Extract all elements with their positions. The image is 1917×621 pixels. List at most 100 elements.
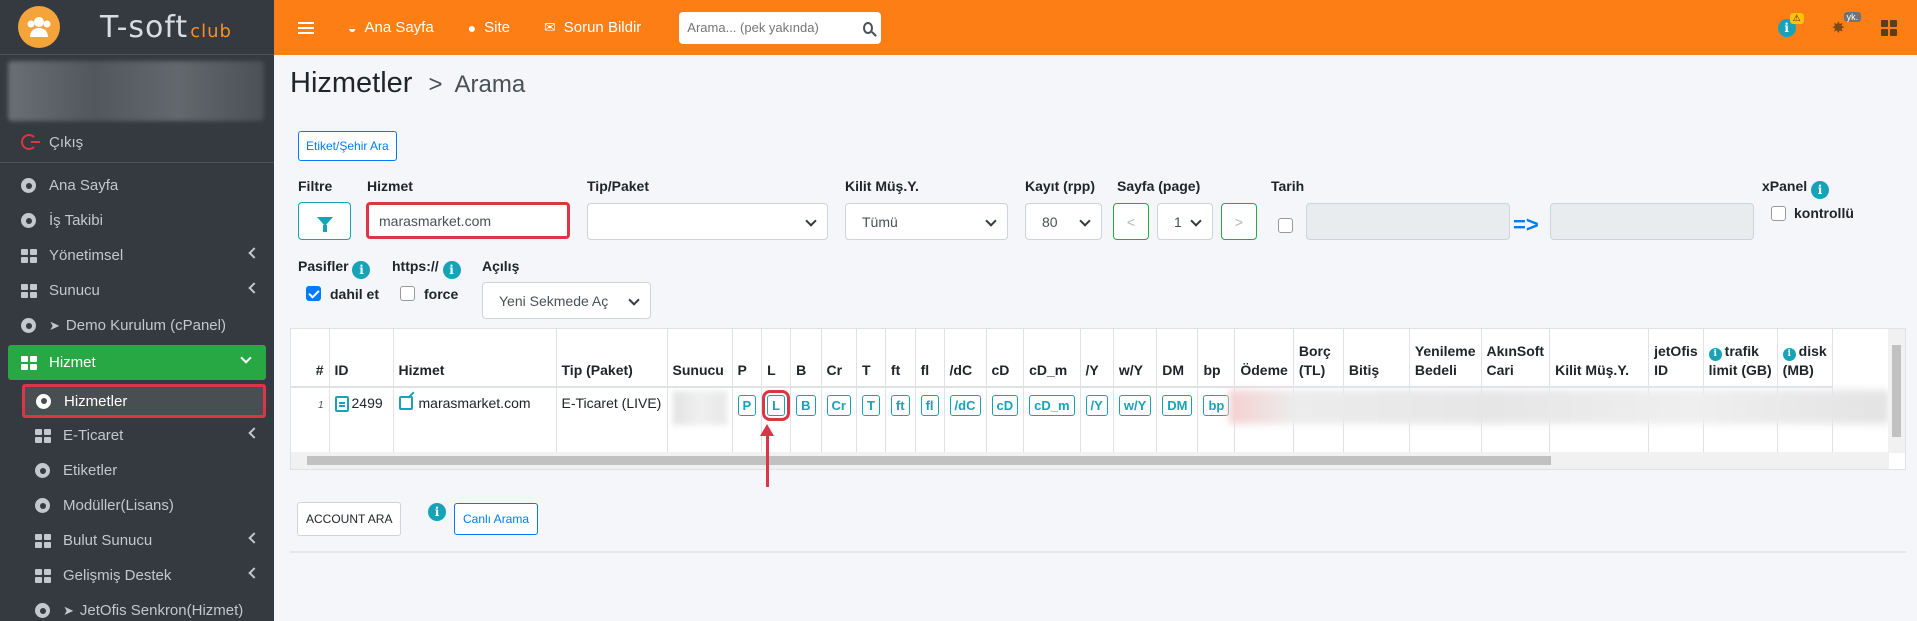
topnav-home[interactable]: ◒ Ana Sayfa <box>348 19 434 36</box>
column-header-label: w/Y <box>1118 362 1143 379</box>
pasifler-info-icon[interactable]: i <box>352 261 371 279</box>
action-button-y[interactable]: /Y <box>1085 395 1108 416</box>
next-page-button[interactable]: > <box>1221 203 1257 240</box>
column-header: w/Y <box>1113 329 1158 388</box>
user-icon: ● <box>467 19 477 36</box>
action-button-cd_m[interactable]: cD_m <box>1029 395 1075 416</box>
filter-button[interactable] <box>298 202 351 240</box>
notifications[interactable]: i ⚠ <box>1777 12 1804 37</box>
column-header-label: AkınSoft <box>1486 343 1545 360</box>
top-search[interactable] <box>679 11 882 44</box>
pasifler-checkbox[interactable] <box>306 286 321 301</box>
sidebar-item-label: Ana Sayfa <box>49 177 119 194</box>
sidebar-item-gelişmiş-destek[interactable]: Gelişmiş Destek <box>0 558 274 593</box>
send-icon: ➤ <box>49 317 60 333</box>
column-header-label: bp <box>1203 362 1221 379</box>
action-button-l[interactable]: L <box>762 390 791 421</box>
xpanel-checkbox[interactable] <box>1771 206 1786 221</box>
brand[interactable]: T-soft club <box>0 0 274 55</box>
sidebar-item-etiketler[interactable]: Etiketler <box>0 453 274 488</box>
action-button-dm[interactable]: DM <box>1162 395 1193 416</box>
horizontal-scrollbar[interactable] <box>291 452 1889 469</box>
action-button-ft[interactable]: ft <box>890 395 910 416</box>
xpanel-info-icon[interactable]: i <box>1811 181 1830 199</box>
hizmet-label: Hizmet <box>367 178 413 194</box>
info-icon[interactable]: i <box>1708 347 1722 361</box>
sidebar-item-label: İş Takibi <box>49 212 103 229</box>
sidebar-item-modüller-lisans[interactable]: Modüller(Lisans) <box>0 488 274 523</box>
action-button-fl[interactable]: fl <box>920 395 939 416</box>
prev-page-button[interactable]: < <box>1113 203 1149 240</box>
hizmet-input[interactable]: marasmarket.com <box>366 202 570 239</box>
action-button-t[interactable]: T <box>861 395 880 416</box>
user-menu[interactable]: ✸ yk. <box>1832 11 1862 38</box>
envelope-icon: ✉ <box>544 19 556 35</box>
action-button-p[interactable]: P <box>737 395 757 416</box>
info-icon[interactable]: i <box>1782 347 1796 361</box>
topnav-site[interactable]: ● Site <box>468 19 510 36</box>
acilis-label: Açılış <box>482 258 520 274</box>
logout-link[interactable]: Çıkış <box>0 127 274 157</box>
action-button-b[interactable]: B <box>796 395 816 416</box>
sidebar-item-yönetimsel[interactable]: Yönetimsel <box>0 238 274 273</box>
column-header-label: disk <box>1798 343 1827 360</box>
sidebar-item-label: Demo Kurulum (cPanel) <box>65 317 226 334</box>
column-header: AkınSoft Cari <box>1481 329 1551 388</box>
grid-icon <box>20 282 37 299</box>
horizontal-scrollbar-thumb[interactable] <box>307 456 1551 465</box>
column-header-label: Bitiş <box>1348 362 1380 379</box>
pasifler-option-label: dahil et <box>330 286 380 302</box>
action-button-wy[interactable]: w/Y <box>1118 395 1152 416</box>
sidebar-item-ana-sayfa[interactable]: Ana Sayfa <box>0 168 274 203</box>
date-from-input[interactable] <box>1306 203 1510 240</box>
sidebar-item-hizmet[interactable]: Hizmet <box>8 345 266 380</box>
account-search-button[interactable]: ACCOUNT ARA <box>297 502 402 536</box>
vertical-scrollbar-thumb[interactable] <box>1892 345 1901 437</box>
column-header: Yenileme Bedeli <box>1409 329 1482 388</box>
tarih-checkbox[interactable] <box>1278 218 1293 233</box>
rpp-select[interactable]: 80 <box>1025 203 1102 240</box>
menu-toggle-icon[interactable] <box>298 21 314 34</box>
https-checkbox[interactable] <box>400 286 415 301</box>
topnav-report-issue[interactable]: ✉ Sorun Bildir <box>544 19 641 36</box>
sunucu-blurred <box>672 391 727 425</box>
date-to-input[interactable] <box>1550 203 1754 240</box>
row-tip: E-Ticaret (LIVE) <box>561 395 662 411</box>
https-info-icon[interactable]: i <box>442 261 461 279</box>
document-icon[interactable] <box>334 396 349 413</box>
column-header-label: Sunucu <box>672 362 724 379</box>
https-option-label: force <box>424 286 459 302</box>
column-header: jetOfis ID <box>1648 329 1704 388</box>
acilis-select[interactable]: Yeni Sekmede Aç <box>482 282 651 319</box>
vertical-scrollbar[interactable] <box>1888 329 1905 453</box>
page-select[interactable]: 1 <box>1157 203 1213 240</box>
sidebar-item-e-ticaret[interactable]: E-Ticaret <box>0 418 274 453</box>
external-link-icon[interactable] <box>398 396 413 410</box>
row-hizmet[interactable]: marasmarket.com <box>419 395 531 411</box>
sidebar-item-hizmetler[interactable]: Hizmetler <box>22 384 266 418</box>
sidebar-item-demo-kurulum-cpanel[interactable]: ➤ Demo Kurulum (cPanel) <box>0 308 274 343</box>
kilit-select[interactable]: Tümü <box>845 203 1008 240</box>
column-header: cD_m <box>1023 329 1081 388</box>
tip-select[interactable] <box>587 203 828 240</box>
action-button-dc[interactable]: /dC <box>949 395 981 416</box>
live-search-button[interactable]: Canlı Arama <box>454 503 539 535</box>
circle-icon <box>35 393 52 410</box>
chevron-left-icon <box>248 427 260 439</box>
sidebar-item-jetofis-senkron-hizmet[interactable]: ➤ JetOfis Senkron(Hizmet) <box>0 593 274 621</box>
apps-grid-icon[interactable] <box>1881 19 1897 36</box>
search-icon[interactable] <box>863 21 874 34</box>
sidebar-item-i-ş-takibi[interactable]: İş Takibi <box>0 203 274 238</box>
sidebar-item-bulut-sunucu[interactable]: Bulut Sunucu <box>0 523 274 558</box>
column-header-label: cD <box>991 362 1010 379</box>
sidebar-item-sunucu[interactable]: Sunucu <box>0 273 274 308</box>
etiket-search-button[interactable]: Etiket/Şehir Ara <box>298 131 397 161</box>
canli-info-icon[interactable]: i <box>428 503 446 521</box>
action-button-bp[interactable]: bp <box>1203 395 1230 416</box>
column-header-label: ID <box>334 362 349 379</box>
column-header-label: T <box>861 362 871 379</box>
circle-icon <box>20 317 37 334</box>
action-button-cr[interactable]: Cr <box>826 395 851 416</box>
search-input[interactable] <box>687 20 864 35</box>
action-button-cd[interactable]: cD <box>991 395 1019 416</box>
